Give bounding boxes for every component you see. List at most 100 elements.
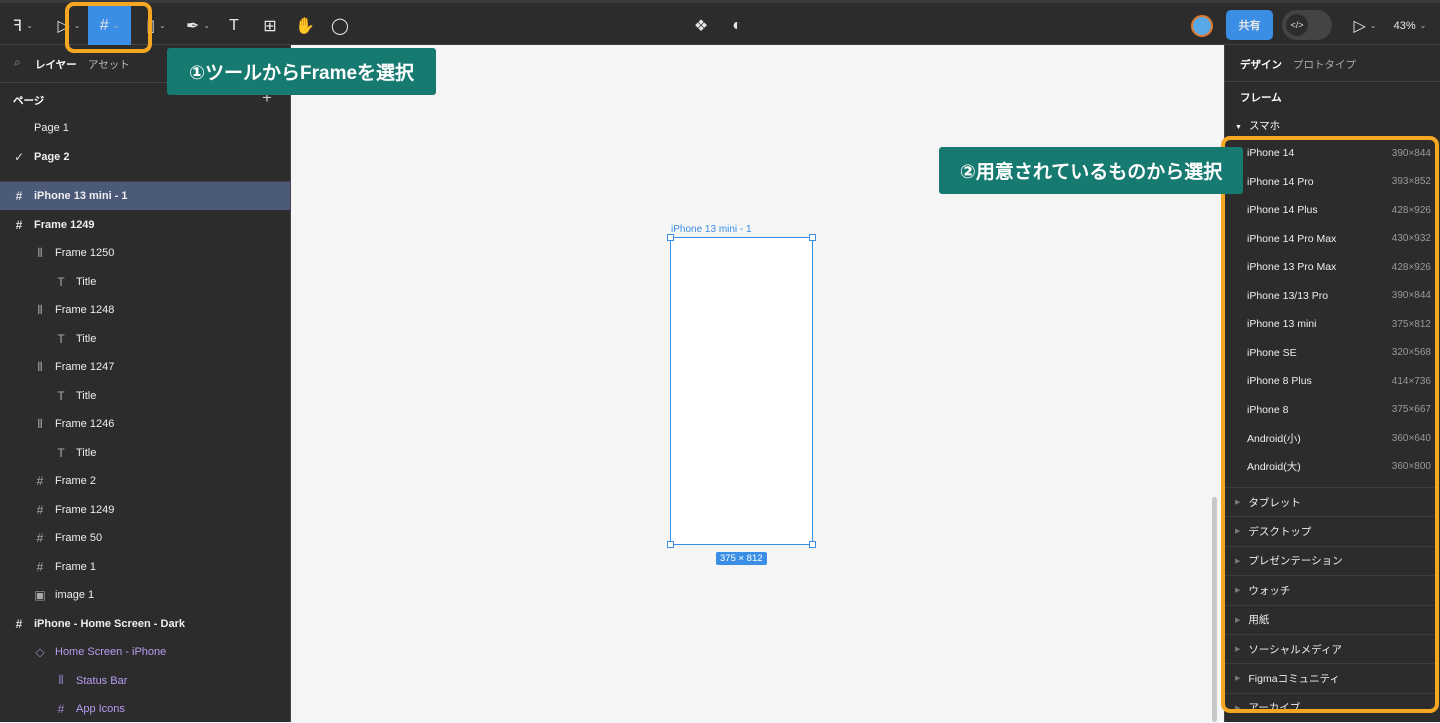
layer-item[interactable]: ⦀ Frame 1250 [0, 239, 290, 267]
layer-label: Frame 2 [55, 475, 96, 487]
frame-label[interactable]: iPhone 13 mini - 1 [671, 224, 752, 235]
iphone-frame[interactable] [667, 234, 816, 548]
layer-item[interactable]: ◇ Home Screen - iPhone [0, 638, 290, 666]
layer-label: Title [76, 446, 97, 459]
text-icon: T [57, 388, 65, 403]
page-label: Page 1 [34, 122, 69, 134]
text-tool[interactable]: T [222, 6, 246, 45]
auto-layout-icon: ⦀ [37, 416, 43, 431]
resize-handle[interactable] [809, 541, 816, 548]
frame-icon: # [15, 189, 23, 203]
main-menu-button[interactable]: ꟻ ⌄ [8, 6, 38, 45]
pen-tool[interactable]: ✒ ⌄ [183, 6, 213, 45]
size-badge: 375 × 812 [716, 552, 767, 565]
tab-assets[interactable]: アセット [88, 57, 130, 72]
layer-item[interactable]: # Frame 1 [0, 553, 290, 581]
page-item[interactable]: ✓ Page 2 [0, 143, 290, 171]
present-button[interactable]: ▷ ⌄ [1350, 6, 1380, 45]
comment-tool[interactable]: ◯ [328, 6, 352, 45]
highlight-frame-tool [65, 2, 152, 53]
layer-label: Frame 1249 [55, 503, 115, 516]
figma-logo-icon: ꟻ [13, 17, 23, 35]
layer-label: Status Bar [76, 674, 128, 687]
callout-step2: ②用意されているものから選択 [939, 147, 1243, 194]
resize-handle[interactable] [667, 234, 674, 241]
text-icon: T [229, 16, 239, 34]
layer-item[interactable]: # App Icons [0, 695, 290, 723]
pen-icon: ✒ [185, 17, 200, 35]
search-icon[interactable]: ⌕ [14, 55, 21, 70]
layer-label: iPhone - Home Screen - Dark [34, 617, 185, 630]
layer-item[interactable]: # Frame 1249 [0, 211, 290, 239]
scrollbar[interactable] [1212, 497, 1217, 722]
frame-icon: # [15, 217, 23, 232]
layer-item[interactable]: ⦀ Frame 1248 [0, 296, 290, 324]
layer-item[interactable]: ⦀ Frame 1247 [0, 353, 290, 381]
layer-label: Frame 50 [55, 532, 103, 544]
layer-item[interactable]: # Frame 50 [0, 524, 290, 552]
layer-item[interactable]: ▣ image 1 [0, 581, 290, 609]
play-icon: ▷ [1353, 17, 1366, 35]
image-icon: ▣ [34, 588, 46, 602]
layer-item[interactable]: ⦀ Frame 1246 [0, 410, 290, 438]
dev-mode-toggle[interactable]: </> [1282, 10, 1332, 40]
layer-label: App Icons [76, 703, 125, 715]
contrast-icon: ◐ [732, 16, 742, 34]
avatar[interactable] [1190, 6, 1214, 45]
layer-item[interactable]: T Title [0, 325, 290, 353]
auto-layout-icon: ⦀ [37, 245, 43, 260]
layer-item[interactable]: # iPhone - Home Screen - Dark [0, 610, 290, 638]
contrast-button[interactable]: ◐ [726, 6, 748, 45]
layer-label: image 1 [55, 589, 95, 601]
text-icon: T [57, 331, 65, 346]
frame-icon: # [36, 559, 44, 574]
section-title: フレーム [1240, 92, 1282, 104]
pages-title: ページ [13, 95, 45, 107]
resize-handle[interactable] [667, 541, 674, 548]
callout-step1: ①ツールからFrameを選択 [167, 48, 436, 95]
toolbar: ꟻ ⌄ ▷ ⌄ # ⌄ ▯ ⌄ ✒ ⌄ T ⊞ ✋ ◯ ❖ ◐ 共有 </> ▷ ⌄ 43%… [0, 0, 1440, 45]
layer-item[interactable]: ⦀ Status Bar [0, 667, 290, 695]
layer-item[interactable]: # Frame 1249 [0, 496, 290, 524]
tab-layers[interactable]: レイヤー [35, 57, 77, 72]
layer-label: Frame 1247 [55, 361, 115, 373]
group-smartphone[interactable]: ▼ スマホ [1235, 118, 1280, 133]
layer-item[interactable]: T Title [0, 439, 290, 467]
triangle-down-icon: ▼ [1235, 124, 1242, 131]
resources-tool[interactable]: ⊞ [258, 6, 282, 45]
hand-icon: ✋ [295, 17, 315, 35]
highlight-presets [1221, 136, 1439, 713]
layer-item[interactable]: # iPhone 13 mini - 1 [0, 182, 290, 210]
zoom-menu[interactable]: 43% ⌄ [1390, 6, 1430, 45]
page-item[interactable]: Page 1 [0, 114, 290, 142]
share-button[interactable]: 共有 [1226, 10, 1273, 40]
component-instance-icon: ◇ [35, 645, 45, 659]
group-label: スマホ [1248, 120, 1281, 132]
tab-design[interactable]: デザイン [1240, 57, 1282, 72]
layer-label: Frame 1 [55, 560, 96, 573]
layer-label: Home Screen - iPhone [55, 646, 167, 658]
layer-label: Title [76, 332, 97, 345]
auto-layout-icon: ⦀ [37, 302, 43, 317]
zoom-level: 43% [1393, 19, 1416, 32]
tab-prototype[interactable]: プロトタイプ [1293, 57, 1356, 72]
text-icon: T [57, 274, 65, 289]
resize-handle[interactable] [809, 234, 816, 241]
page-label: Page 2 [34, 150, 70, 163]
frame-icon: # [15, 616, 23, 631]
layer-item[interactable]: T Title [0, 268, 290, 296]
layer-item[interactable]: T Title [0, 382, 290, 410]
layer-label: iPhone 13 mini - 1 [34, 190, 128, 202]
check-icon: ✓ [13, 149, 25, 164]
layer-label: Frame 1248 [55, 304, 115, 316]
component-button[interactable]: ❖ [690, 6, 712, 45]
frame-icon: # [57, 702, 65, 716]
layers-panel: ⌕ レイヤー アセット ページ + Page 1 ✓ Page 2 # iPhone … [0, 45, 291, 722]
hand-tool[interactable]: ✋ [293, 6, 317, 45]
layer-label: Title [76, 389, 97, 402]
layer-label: Frame 1246 [55, 418, 115, 430]
layer-item[interactable]: # Frame 2 [0, 467, 290, 495]
comment-icon: ◯ [331, 17, 349, 35]
layer-label: Frame 1250 [55, 247, 115, 259]
auto-layout-icon: ⦀ [37, 359, 43, 374]
